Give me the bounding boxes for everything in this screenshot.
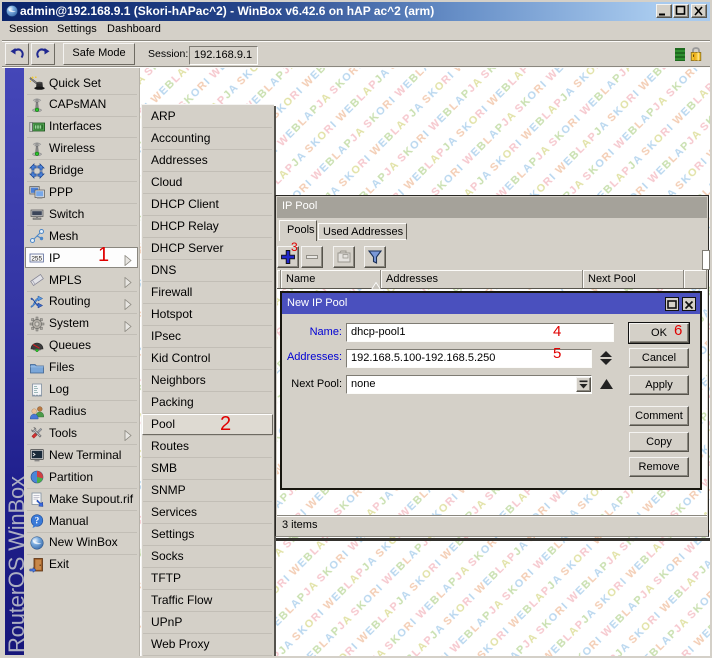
svg-text:?: ? <box>35 516 40 526</box>
svg-text:RouterOS WinBox: RouterOS WinBox <box>4 476 26 653</box>
svg-text:255: 255 <box>31 256 42 263</box>
